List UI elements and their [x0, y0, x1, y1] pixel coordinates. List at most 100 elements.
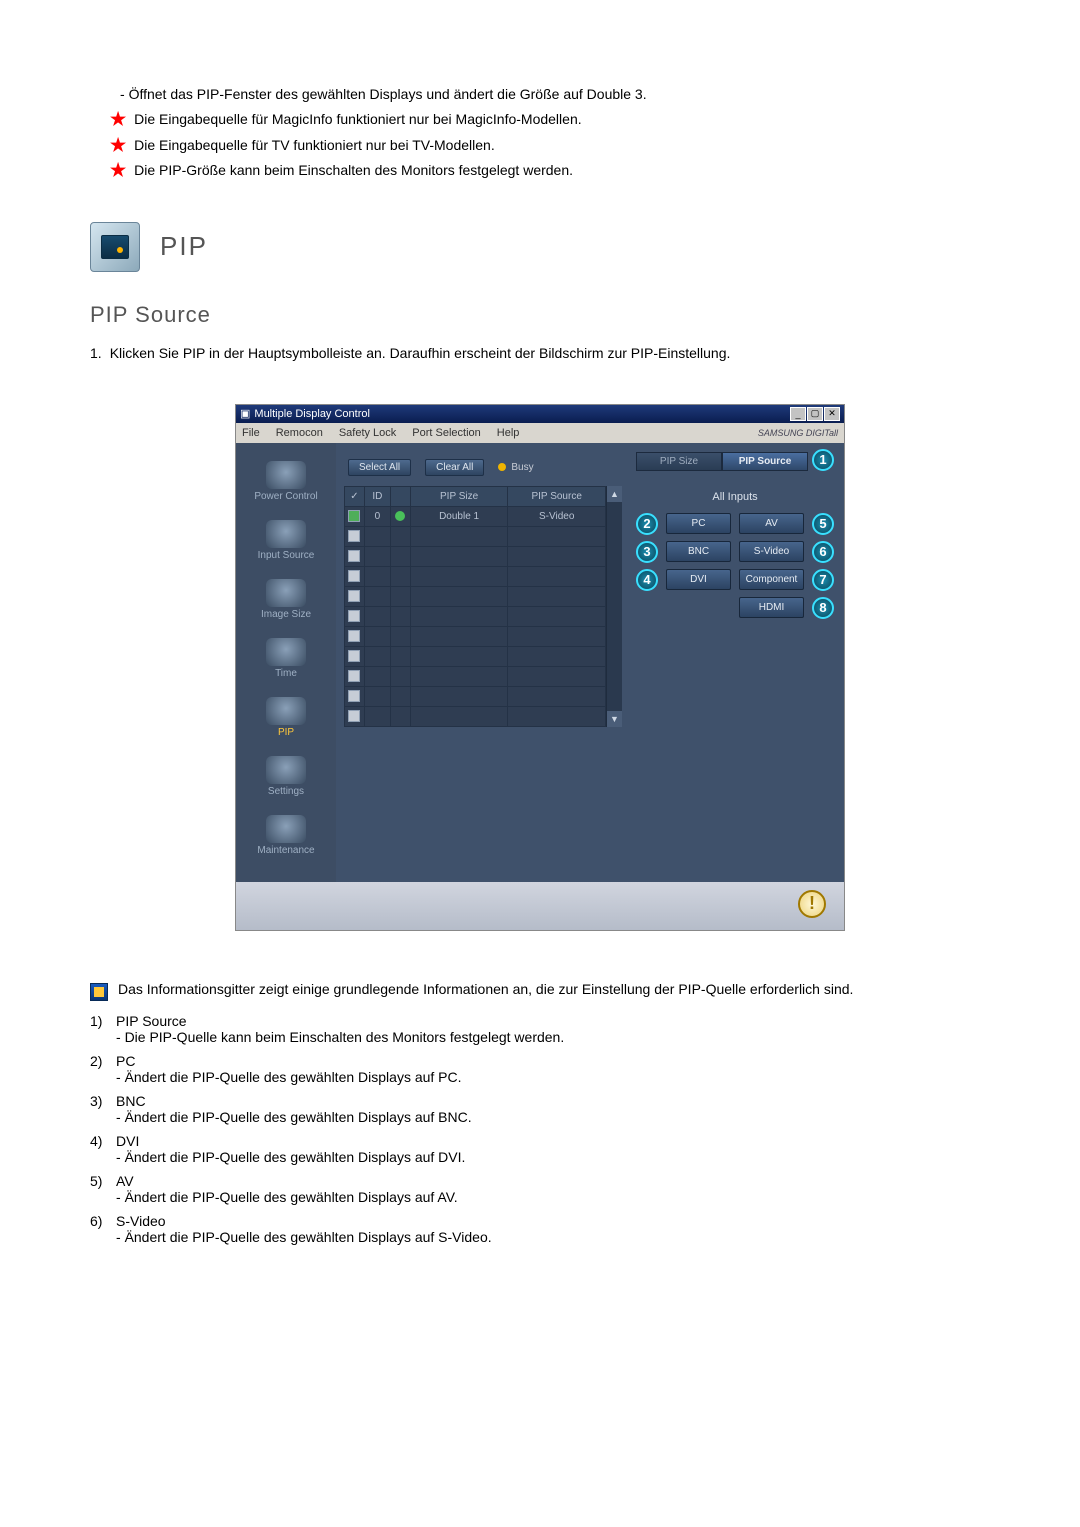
- source-dvi-button[interactable]: DVI: [666, 569, 731, 590]
- source-hdmi-button[interactable]: HDMI: [739, 597, 804, 618]
- info-icon[interactable]: !: [798, 890, 826, 918]
- def-4-num: 4): [90, 1133, 110, 1149]
- tab-pip-size[interactable]: PIP Size: [636, 452, 722, 471]
- grid-row-empty: [345, 586, 606, 606]
- scroll-down-icon[interactable]: ▼: [607, 711, 622, 727]
- pip-sidebar-icon: [266, 697, 306, 725]
- brand-label: SAMSUNG DIGITall: [758, 428, 838, 438]
- source-pc-button[interactable]: PC: [666, 513, 731, 534]
- grid-row-0[interactable]: 0 Double 1 S-Video: [345, 506, 606, 526]
- pip-source-heading: PIP Source: [90, 302, 990, 328]
- grid-row-empty: [345, 686, 606, 706]
- intro-star-2: ★ Die Eingabequelle für TV funktioniert …: [110, 135, 990, 157]
- sidebar-label-input: Input Source: [258, 550, 315, 561]
- grid-header-id: ID: [364, 486, 390, 506]
- scroll-up-icon[interactable]: ▲: [607, 486, 622, 502]
- def-5-num: 5): [90, 1173, 110, 1189]
- row-checkbox[interactable]: [348, 550, 360, 562]
- grid-row-empty: [345, 546, 606, 566]
- menu-help[interactable]: Help: [497, 427, 520, 439]
- grid-scrollbar[interactable]: ▲ ▼: [606, 486, 622, 727]
- clear-all-button[interactable]: Clear All: [425, 459, 484, 476]
- intro-dash-1-text: Öffnet das PIP-Fenster des gewählten Dis…: [129, 84, 647, 105]
- sidebar-item-image-size[interactable]: Image Size: [246, 575, 326, 632]
- callout-3: 3: [636, 541, 658, 563]
- intro-star-1-text: Die Eingabequelle für MagicInfo funktion…: [134, 109, 581, 130]
- window-controls: _ ▢ ✕: [790, 407, 840, 421]
- input-source-icon: [266, 520, 306, 548]
- sidebar-label-settings: Settings: [268, 786, 304, 797]
- row-checkbox[interactable]: [348, 570, 360, 582]
- busy-indicator: Busy: [498, 462, 533, 473]
- row-checkbox[interactable]: [348, 510, 360, 522]
- menu-safety-lock[interactable]: Safety Lock: [339, 427, 396, 439]
- def-1: 1)PIP Source Die PIP-Quelle kann beim Ei…: [90, 1013, 990, 1045]
- row-checkbox[interactable]: [348, 690, 360, 702]
- def-6-sub: Ändert die PIP-Quelle des gewählten Disp…: [125, 1229, 492, 1245]
- def-4-title: DVI: [116, 1133, 139, 1149]
- grid-header-check[interactable]: ✓: [345, 486, 365, 506]
- status-dot-icon: [395, 511, 405, 521]
- row-pip-source: S-Video: [508, 506, 606, 526]
- menu-remocon[interactable]: Remocon: [276, 427, 323, 439]
- def-2-title: PC: [116, 1053, 135, 1069]
- row-pip-size: Double 1: [410, 506, 508, 526]
- row-checkbox[interactable]: [348, 590, 360, 602]
- grid-header-pip-source: PIP Source: [508, 486, 606, 506]
- def-1-num: 1): [90, 1013, 110, 1029]
- sidebar-label-image-size: Image Size: [261, 609, 311, 620]
- def-2: 2)PC Ändert die PIP-Quelle des gewählten…: [90, 1053, 990, 1085]
- row-checkbox[interactable]: [348, 710, 360, 722]
- step-1: 1. Klicken Sie PIP in der Hauptsymbollei…: [90, 343, 990, 364]
- titlebar: ▣ Multiple Display Control _ ▢ ✕: [236, 405, 844, 423]
- callout-8: 8: [812, 597, 834, 619]
- all-inputs-label: All Inputs: [636, 491, 834, 503]
- sidebar-item-power-control[interactable]: Power Control: [246, 457, 326, 514]
- def-5-sub: Ändert die PIP-Quelle des gewählten Disp…: [125, 1189, 458, 1205]
- def-6-num: 6): [90, 1213, 110, 1229]
- maintenance-icon: [266, 815, 306, 843]
- row-checkbox[interactable]: [348, 650, 360, 662]
- sidebar-item-pip[interactable]: PIP: [246, 693, 326, 750]
- row-checkbox[interactable]: [348, 610, 360, 622]
- sidebar-label-time: Time: [275, 668, 297, 679]
- grid-header-pip-size: PIP Size: [410, 486, 508, 506]
- menu-port-selection[interactable]: Port Selection: [412, 427, 480, 439]
- star-icon: ★: [110, 135, 126, 157]
- right-panel: PIP Size PIP Source 1 All Inputs 2 PC AV…: [626, 443, 844, 882]
- minimize-button[interactable]: _: [790, 407, 806, 421]
- def-1-title: PIP Source: [116, 1013, 187, 1029]
- pip-title: PIP: [160, 231, 208, 262]
- def-3-sub: Ändert die PIP-Quelle des gewählten Disp…: [125, 1109, 472, 1125]
- row-checkbox[interactable]: [348, 670, 360, 682]
- callout-6: 6: [812, 541, 834, 563]
- sidebar-item-settings[interactable]: Settings: [246, 752, 326, 809]
- close-button[interactable]: ✕: [824, 407, 840, 421]
- def-5: 5)AV Ändert die PIP-Quelle des gewählten…: [90, 1173, 990, 1205]
- row-checkbox[interactable]: [348, 530, 360, 542]
- grid-row-empty: [345, 626, 606, 646]
- sidebar-item-maintenance[interactable]: Maintenance: [246, 811, 326, 868]
- source-svideo-button[interactable]: S-Video: [739, 541, 804, 562]
- info-note: Das Informationsgitter zeigt einige grun…: [90, 981, 990, 1001]
- grid-header-status: [390, 486, 410, 506]
- row-checkbox[interactable]: [348, 630, 360, 642]
- source-av-button[interactable]: AV: [739, 513, 804, 534]
- source-bnc-button[interactable]: BNC: [666, 541, 731, 562]
- grid-row-empty: [345, 566, 606, 586]
- star-icon: ★: [110, 109, 126, 131]
- grid-row-empty: [345, 606, 606, 626]
- sidebar-item-input-source[interactable]: Input Source: [246, 516, 326, 573]
- sidebar: Power Control Input Source Image Size Ti…: [236, 443, 336, 882]
- sidebar-label-maintenance: Maintenance: [257, 845, 314, 856]
- def-3: 3)BNC Ändert die PIP-Quelle des gewählte…: [90, 1093, 990, 1125]
- select-all-button[interactable]: Select All: [348, 459, 411, 476]
- grid-header-row: ✓ ID PIP Size PIP Source: [345, 486, 606, 506]
- maximize-button[interactable]: ▢: [807, 407, 823, 421]
- note-icon: [90, 983, 108, 1001]
- tab-pip-source[interactable]: PIP Source: [722, 452, 808, 471]
- sidebar-item-time[interactable]: Time: [246, 634, 326, 691]
- mdc-app-window: ▣ Multiple Display Control _ ▢ ✕ File Re…: [235, 404, 845, 931]
- source-component-button[interactable]: Component: [739, 569, 804, 590]
- menu-file[interactable]: File: [242, 427, 260, 439]
